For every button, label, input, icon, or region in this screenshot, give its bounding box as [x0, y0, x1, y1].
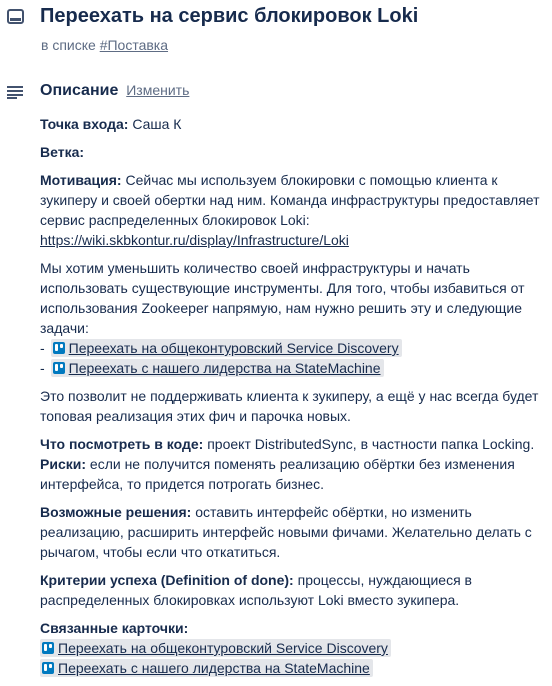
card-link-chip[interactable]: Переехать с нашего лидерства на StateMac… — [50, 359, 384, 377]
card-icon — [7, 9, 24, 24]
in-list-prefix: в списке — [41, 37, 96, 53]
solutions: Возможные решения: оставить интерфейс об… — [40, 502, 540, 562]
card-title[interactable]: Переехать на сервис блокировок Loki — [40, 5, 418, 28]
description-heading: Описание — [40, 82, 119, 99]
branch: Ветка: — [40, 142, 540, 162]
benefit: Это позволит не поддерживать клиента к з… — [40, 386, 540, 426]
goal-text: Мы хотим уменьшить количество своей инфр… — [40, 260, 525, 336]
entry-point: Точка входа: Саша К — [40, 114, 540, 134]
task-dash: - — [40, 360, 45, 376]
entry-value: Саша К — [132, 116, 182, 132]
task-item: - Переехать с нашего лидерства на StateMa… — [40, 358, 540, 378]
card-link[interactable]: Переехать с нашего лидерства на StateMac… — [58, 660, 370, 676]
description-header: Описание Изменить — [40, 82, 189, 100]
motivation-label: Мотивация: — [40, 172, 122, 188]
trello-icon — [52, 342, 65, 354]
benefit-text: Это позволит не поддерживать клиента к з… — [40, 388, 539, 424]
list-link[interactable]: #Поставка — [100, 37, 168, 53]
card-link[interactable]: Переехать на общеконтуровский Service Di… — [58, 640, 388, 656]
related-label: Связанные карточки: — [40, 620, 189, 636]
task-item: - Переехать на общеконтуровский Service D… — [40, 338, 540, 358]
branch-label: Ветка: — [40, 144, 85, 160]
description-body: Точка входа: Саша К Ветка: Мотивация: Се… — [40, 114, 540, 686]
risks-label: Риски: — [40, 456, 87, 472]
card-link-chip[interactable]: Переехать на общеконтуровский Service Di… — [40, 639, 391, 657]
trello-icon — [52, 362, 65, 374]
code-text: проект DistributedSync, в частности папк… — [207, 436, 535, 452]
card-link[interactable]: Переехать на общеконтуровский Service Di… — [69, 340, 399, 356]
entry-label: Точка входа: — [40, 116, 129, 132]
related-item: Переехать на общеконтуровский Service Di… — [40, 638, 540, 658]
card-link-chip[interactable]: Переехать с нашего лидерства на StateMac… — [40, 659, 373, 677]
trello-icon — [42, 642, 54, 654]
goal: Мы хотим уменьшить количество своей инфр… — [40, 258, 540, 378]
edit-description-link[interactable]: Изменить — [126, 82, 189, 98]
solutions-label: Возможные решения: — [40, 504, 192, 520]
trello-icon — [42, 662, 54, 674]
related-cards: Связанные карточки: Переехать на общекон… — [40, 618, 540, 678]
motivation: Мотивация: Сейчас мы используем блокиров… — [40, 170, 540, 250]
card-link[interactable]: Переехать с нашего лидерства на StateMac… — [69, 360, 381, 376]
code-label: Что посмотреть в коде: — [40, 436, 204, 452]
description-icon — [7, 86, 23, 99]
done-label: Критерии успеха (Definition of done): — [40, 572, 294, 588]
task-dash: - — [40, 340, 45, 356]
related-item: Переехать с нашего лидерства на StateMac… — [40, 658, 540, 678]
card-list-info: в списке #Поставка — [41, 37, 168, 53]
risks: Риски: если не получится поменять реализ… — [40, 454, 540, 494]
code-hint: Что посмотреть в коде: проект Distribute… — [40, 434, 540, 454]
card-link-chip[interactable]: Переехать на общеконтуровский Service Di… — [50, 339, 402, 357]
definition-of-done: Критерии успеха (Definition of done): пр… — [40, 570, 540, 610]
wiki-link[interactable]: https://wiki.skbkontur.ru/display/Infras… — [40, 230, 540, 250]
risks-text: если не получится поменять реализацию об… — [40, 456, 515, 492]
